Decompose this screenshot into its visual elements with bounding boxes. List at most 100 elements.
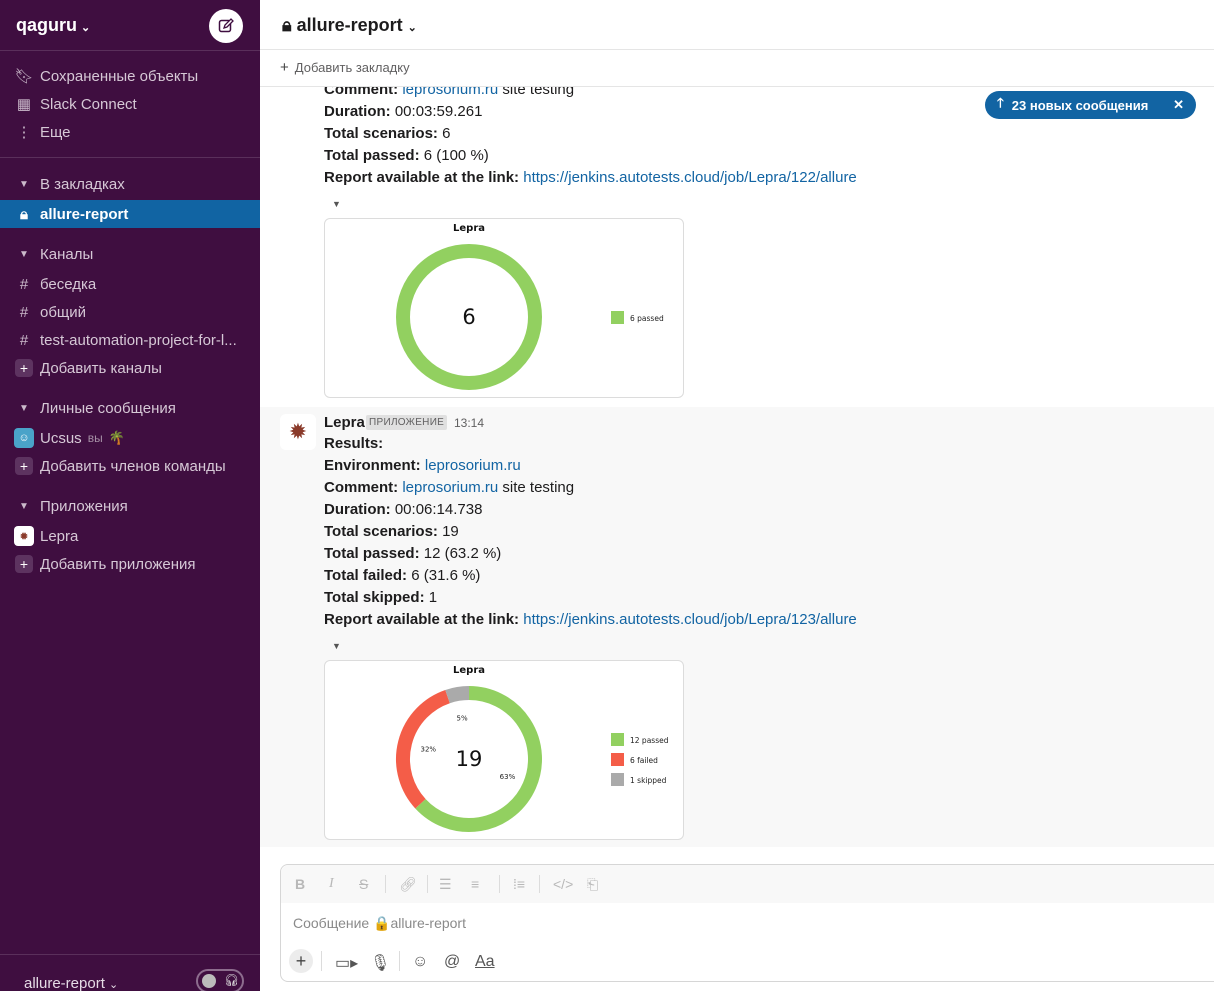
add-channels-button[interactable]: + Добавить каналы — [0, 354, 260, 382]
message-timestamp[interactable]: 13:14 — [454, 416, 484, 430]
label: Total scenarios: — [324, 125, 438, 142]
sidebar-item-label: test-automation-project-for-l... — [40, 331, 237, 349]
chevron-down-icon: ⌄ — [407, 22, 417, 34]
donut-slice-skipped — [445, 686, 470, 704]
divider — [385, 875, 386, 893]
compose-button[interactable] — [209, 9, 243, 43]
hash-icon: # — [19, 303, 29, 321]
hash-icon: # — [19, 331, 29, 349]
message-composer: B I S 🔗︎ ☰ ≡ ⁞≡ </> ⎗ Сообщение 🔒allure-… — [280, 864, 1214, 982]
mention-icon[interactable]: @ — [444, 953, 460, 971]
comment-text: site testing — [498, 479, 575, 496]
footer-channel-label: allure-report — [24, 975, 105, 991]
close-icon[interactable]: ✕ — [1173, 97, 1184, 113]
link-icon[interactable]: 🔗︎ — [399, 876, 417, 893]
sidebar-item-channel[interactable]: # test-automation-project-for-l... — [0, 326, 260, 354]
microphone-icon[interactable]: 🎙︎ — [370, 953, 390, 973]
divider — [0, 50, 260, 51]
msg-scenarios: Total scenarios: 19 — [324, 523, 459, 540]
text-format-button[interactable]: Aa — [475, 953, 495, 971]
plus-icon: + — [15, 555, 33, 573]
code-icon[interactable]: </> — [553, 876, 573, 892]
more-vertical-icon: ⋮ — [16, 124, 32, 141]
add-apps-button[interactable]: + Добавить приложения — [0, 550, 260, 578]
legend-label: 1 skipped — [630, 776, 667, 785]
collapse-attachment-icon[interactable]: ▼ — [332, 641, 341, 651]
report-link[interactable]: https://jenkins.autotests.cloud/job/Lepr… — [523, 169, 857, 186]
sidebar-item-label: Добавить членов команды — [40, 457, 226, 475]
section-apps[interactable]: ▼ Приложения — [0, 492, 260, 520]
message-input[interactable]: Сообщение 🔒allure-report — [293, 915, 466, 932]
chart-attachment-1[interactable]: Lepra 6 6 passed — [324, 218, 684, 398]
msg-passed: Total passed: 6 (100 %) — [324, 147, 489, 164]
comment-link[interactable]: leprosorium.ru — [402, 87, 498, 98]
huddle-toggle[interactable]: 🎧︎ — [196, 969, 244, 991]
lock-icon: 🔒︎ — [20, 205, 28, 223]
emoji-icon[interactable]: ☺ — [412, 953, 428, 971]
sidebar-item-label: allure-report — [40, 205, 129, 223]
plus-icon: + — [280, 59, 289, 76]
channel-title-button[interactable]: 🔒︎ allure-report ⌄ — [282, 15, 417, 36]
add-bookmark-button[interactable]: + Добавить закладку — [280, 59, 410, 76]
caret-down-icon: ▼ — [19, 178, 29, 190]
bullet-list-icon[interactable]: ≡ — [471, 876, 479, 892]
sidebar-item-app[interactable]: ✹ Lepra — [0, 522, 260, 550]
sidebar-item-channel[interactable]: # беседка — [0, 270, 260, 298]
arrow-up-icon: 🡑 — [997, 95, 1004, 110]
section-label: Личные сообщения — [40, 399, 176, 417]
add-members-button[interactable]: + Добавить членов команды — [0, 452, 260, 480]
workspace-switcher[interactable]: qaguru ⌄ — [16, 15, 90, 36]
sidebar-item-dm[interactable]: ☺ Ucsus вы 🌴 — [0, 424, 260, 452]
app-avatar: ✹ — [14, 526, 34, 546]
label: Results: — [324, 435, 384, 452]
comment-text: site testing — [498, 87, 575, 98]
sidebar-item-slack-connect[interactable]: ▦ Slack Connect — [0, 90, 260, 118]
collapse-attachment-icon[interactable]: ▼ — [332, 199, 341, 209]
blockquote-icon[interactable]: ⁞≡ — [513, 876, 525, 892]
legend-swatch — [611, 753, 624, 766]
section-label: Каналы — [40, 245, 94, 263]
sidebar-item-allure-report[interactable]: 🔒︎ allure-report — [0, 200, 260, 228]
sidebar-item-more[interactable]: ⋮ Еще — [0, 118, 260, 146]
divider — [427, 875, 428, 893]
sidebar-item-label: беседка — [40, 275, 97, 293]
divider — [399, 951, 400, 971]
channel-view: 🔒︎ allure-report ⌄ + Добавить закладку Co… — [260, 0, 1214, 991]
you-label: вы — [87, 431, 103, 445]
section-bookmarks[interactable]: ▼ В закладках — [0, 170, 260, 198]
chevron-down-icon: ⌄ — [81, 22, 91, 34]
env-link[interactable]: leprosorium.ru — [425, 457, 521, 474]
section-direct-messages[interactable]: ▼ Личные сообщения — [0, 394, 260, 422]
code-block-icon[interactable]: ⎗ — [587, 876, 598, 893]
legend-label: 6 passed — [630, 314, 664, 323]
value: 1 — [424, 589, 438, 606]
chart-center-total: 6 — [462, 305, 475, 329]
bookmark-icon: 🔖︎ — [14, 68, 34, 85]
compose-icon — [218, 18, 234, 33]
workspace-header[interactable]: qaguru ⌄ — [0, 0, 260, 50]
sidebar-item-label: Lepra — [40, 527, 79, 545]
footer-channel-switcher[interactable]: allure-report ⌄ — [24, 975, 118, 991]
avatar: ☺ — [14, 428, 34, 448]
slice-pct-label: 63% — [500, 773, 516, 781]
strikethrough-icon[interactable]: S — [359, 876, 368, 892]
msg-comment: Comment: leprosorium.ru site testing — [324, 479, 574, 496]
italic-icon[interactable]: I — [329, 876, 334, 892]
app-avatar[interactable]: ✹ — [280, 414, 316, 450]
report-link[interactable]: https://jenkins.autotests.cloud/job/Lepr… — [523, 611, 857, 628]
sidebar-item-label: Сохраненные объекты — [40, 67, 199, 85]
section-channels[interactable]: ▼ Каналы — [0, 240, 260, 268]
attach-button[interactable]: + — [289, 949, 313, 973]
bold-icon[interactable]: B — [295, 876, 305, 892]
headphones-icon: 🎧︎ — [224, 973, 240, 987]
sidebar-item-channel[interactable]: # общий — [0, 298, 260, 326]
new-messages-toast[interactable]: 🡑 23 новых сообщения ✕ — [985, 91, 1196, 119]
sidebar-item-saved[interactable]: 🔖︎ Сохраненные объекты — [0, 62, 260, 90]
comment-link[interactable]: leprosorium.ru — [402, 479, 498, 496]
video-icon[interactable]: ▭▸ — [335, 953, 358, 973]
ordered-list-icon[interactable]: ☰ — [439, 876, 452, 893]
message-feed: Comment: leprosorium.ru site testing Dur… — [260, 87, 1214, 847]
msg-comment: Comment: leprosorium.ru site testing — [324, 87, 574, 98]
message-sender[interactable]: Lepra — [324, 414, 365, 431]
chart-attachment-2[interactable]: Lepra 63% 32% 5% 19 12 passed 6 failed 1 skippe… — [324, 660, 684, 840]
